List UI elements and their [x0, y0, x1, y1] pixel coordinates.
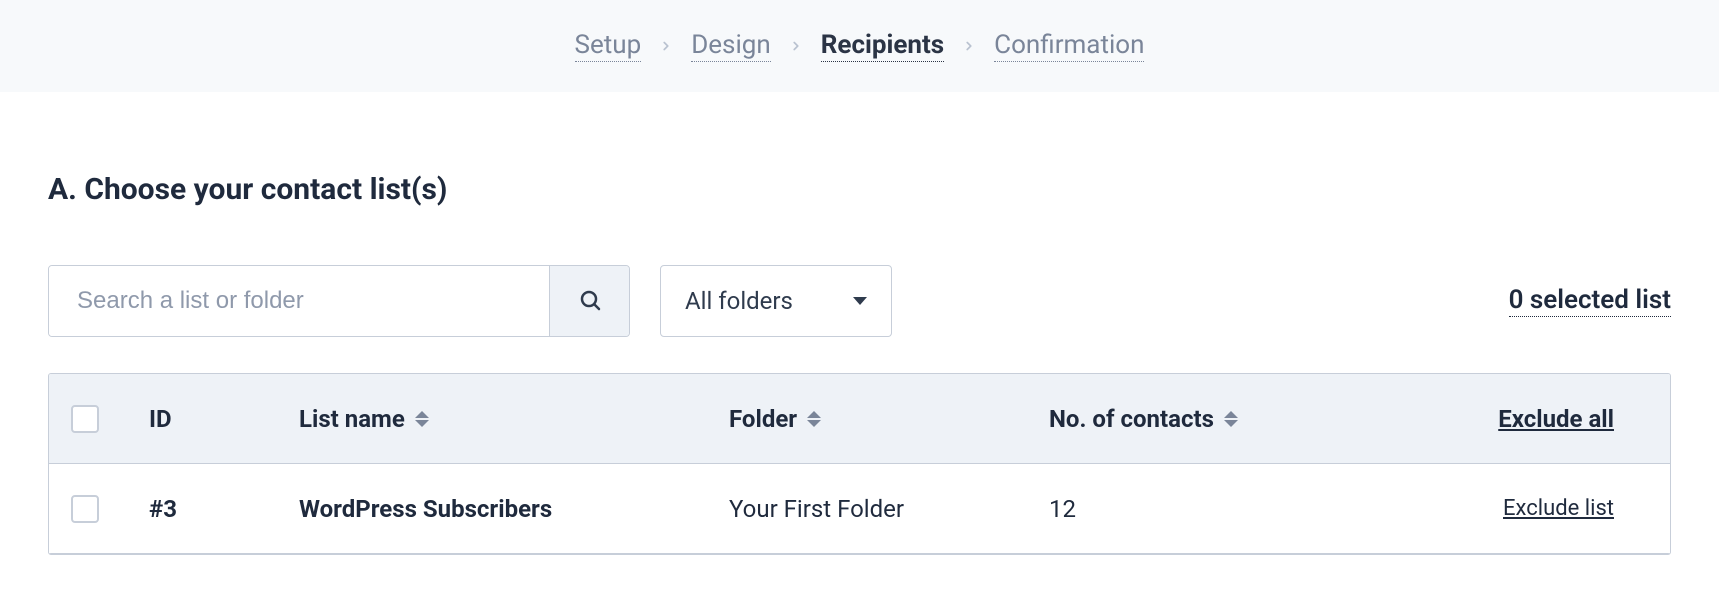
row-contact-count: 12	[1049, 495, 1076, 523]
sort-icon[interactable]	[807, 411, 821, 427]
row-list-name: WordPress Subscribers	[299, 495, 552, 523]
table-header-row: ID List name Folder No. of contacts	[49, 374, 1670, 464]
folder-select[interactable]: All folders	[660, 265, 892, 337]
search-icon	[578, 288, 602, 315]
section-title: A. Choose your contact list(s)	[48, 172, 1671, 207]
exclude-all-link[interactable]: Exclude all	[1498, 405, 1614, 433]
folder-select-label: All folders	[685, 287, 793, 315]
content-area: A. Choose your contact list(s) All folde…	[0, 92, 1719, 555]
breadcrumb-item-design[interactable]: Design	[691, 30, 771, 62]
row-folder: Your First Folder	[729, 495, 904, 523]
breadcrumb-item-confirmation[interactable]: Confirmation	[994, 30, 1144, 62]
breadcrumb-item-setup[interactable]: Setup	[575, 30, 642, 62]
row-id: #3	[149, 495, 177, 523]
search-button[interactable]	[549, 266, 629, 336]
table-row[interactable]: #3 WordPress Subscribers Your First Fold…	[49, 464, 1670, 554]
breadcrumb-item-recipients[interactable]: Recipients	[821, 30, 944, 62]
search-input[interactable]	[49, 266, 549, 336]
column-header-contacts[interactable]: No. of contacts	[1049, 405, 1214, 433]
chevron-right-icon	[962, 39, 976, 53]
caret-down-icon	[853, 297, 867, 305]
chevron-right-icon	[659, 39, 673, 53]
row-checkbox[interactable]	[71, 495, 99, 523]
column-header-id: ID	[149, 405, 172, 433]
column-header-name[interactable]: List name	[299, 405, 405, 433]
controls-row: All folders 0 selected list	[48, 265, 1671, 337]
chevron-right-icon	[789, 39, 803, 53]
search-group	[48, 265, 630, 337]
contact-lists-table: ID List name Folder No. of contacts	[48, 373, 1671, 555]
breadcrumb: Setup Design Recipients Confirmation	[0, 0, 1719, 92]
exclude-list-link[interactable]: Exclude list	[1503, 496, 1614, 521]
select-all-checkbox[interactable]	[71, 405, 99, 433]
selected-list-count[interactable]: 0 selected list	[1509, 285, 1671, 317]
sort-icon[interactable]	[1224, 411, 1238, 427]
column-header-folder[interactable]: Folder	[729, 405, 797, 433]
sort-icon[interactable]	[415, 411, 429, 427]
